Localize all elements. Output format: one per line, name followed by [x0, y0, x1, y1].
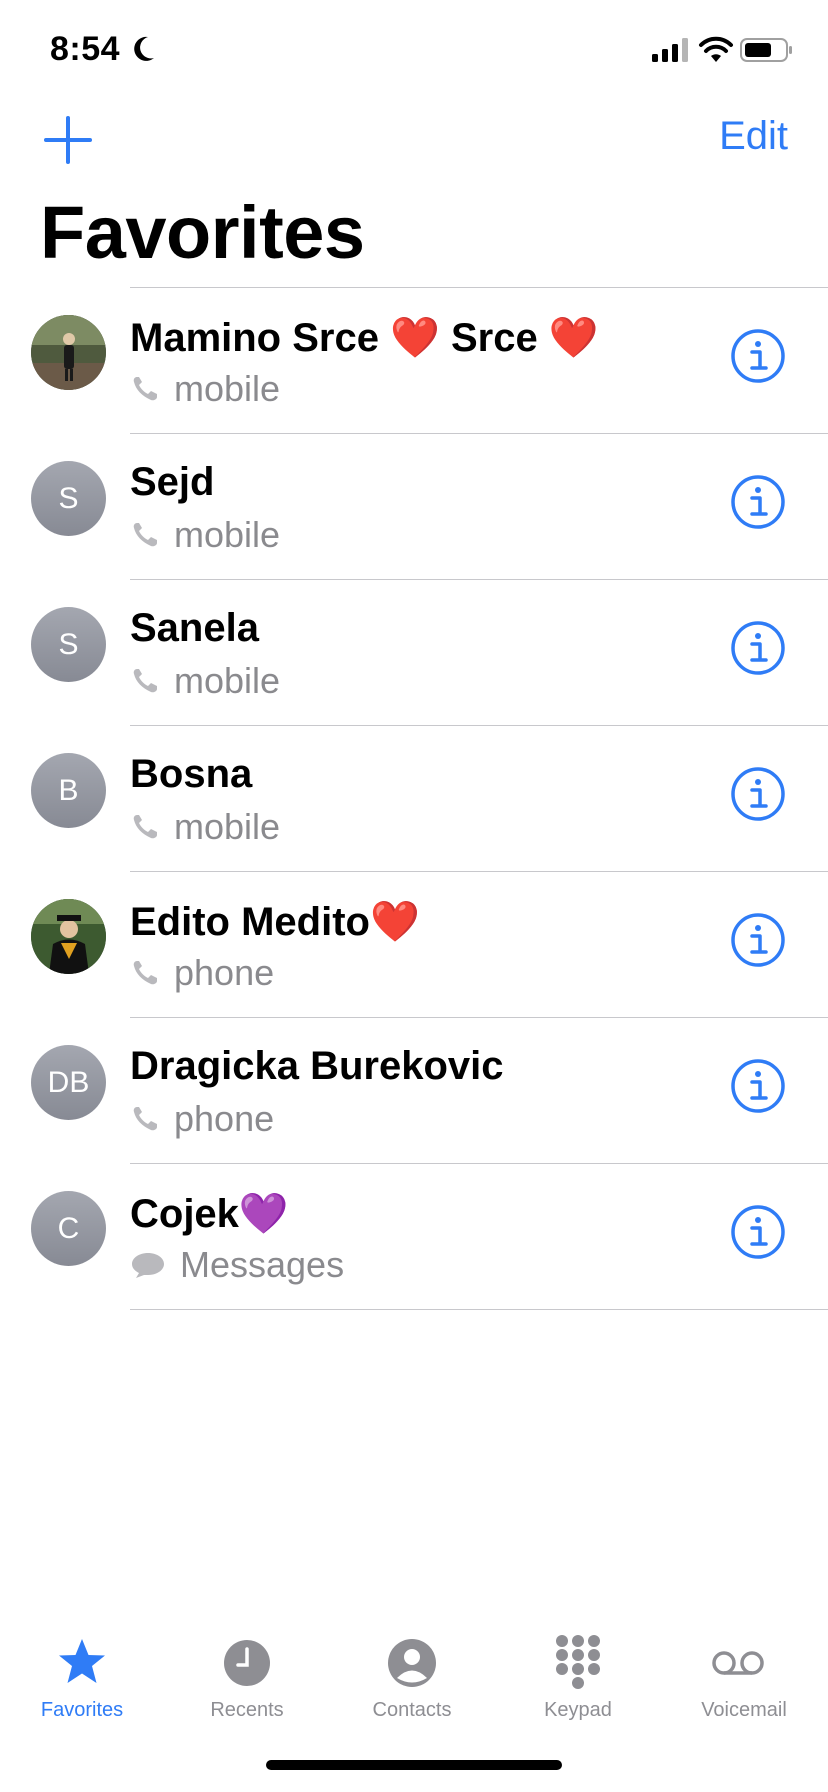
tab-bar: Favorites Recents Contacts Keypad Voicem… — [0, 1615, 828, 1735]
voicemail-icon — [712, 1651, 764, 1675]
contact-method: phone — [130, 952, 274, 994]
phone-icon — [130, 1104, 174, 1134]
add-favorite-button[interactable] — [40, 112, 96, 168]
tab-recents[interactable]: Recents — [172, 1615, 322, 1722]
favorite-row[interactable]: S Sejd mobile — [0, 434, 828, 579]
page-title: Favorites — [40, 191, 365, 274]
clock-icon — [224, 1640, 270, 1686]
avatar-initials: S — [58, 627, 79, 661]
initials-avatar: C — [31, 1191, 106, 1266]
contact-method: mobile — [130, 806, 280, 848]
avatar-initials: DB — [47, 1065, 90, 1099]
cellular-signal-icon — [652, 38, 688, 62]
contact-photo-avatar — [31, 899, 106, 974]
info-icon[interactable] — [730, 620, 786, 676]
tab-label: Keypad — [544, 1699, 612, 1721]
info-icon[interactable] — [730, 474, 786, 530]
status-time: 8:54 — [50, 30, 121, 68]
edit-button[interactable]: Edit — [719, 114, 788, 159]
avatar-initials: C — [57, 1211, 80, 1245]
favorite-row[interactable]: S Sanela mobile — [0, 580, 828, 725]
favorite-row[interactable]: Edito Medito❤️ phone — [0, 872, 828, 1017]
contact-method-label: mobile — [174, 368, 281, 409]
contact-name: Sejd — [130, 460, 215, 504]
tab-voicemail[interactable]: Voicemail — [669, 1615, 819, 1722]
contact-name: Cojek💜 — [130, 1192, 289, 1236]
contact-method: Messages — [130, 1244, 344, 1286]
contact-method-label: mobile — [174, 660, 281, 701]
contact-method-label: mobile — [174, 514, 281, 555]
phone-icon — [130, 520, 174, 550]
favorite-row[interactable]: B Bosna mobile — [0, 726, 828, 871]
person-circle-icon — [388, 1639, 436, 1687]
wifi-icon — [699, 36, 733, 62]
list-divider — [130, 1309, 828, 1310]
tab-label: Favorites — [40, 1699, 124, 1721]
initials-avatar: DB — [31, 1045, 106, 1120]
contact-name: Mamino Srce ❤️ Srce ❤️ — [130, 316, 599, 360]
initials-avatar: B — [31, 753, 106, 828]
info-icon[interactable] — [730, 912, 786, 968]
contact-name: Bosna — [130, 752, 253, 796]
phone-icon — [130, 812, 174, 842]
tab-label: Contacts — [372, 1699, 452, 1721]
info-icon[interactable] — [730, 1204, 786, 1260]
favorite-row[interactable]: DB Dragicka Burekovic phone — [0, 1018, 828, 1163]
battery-icon — [740, 38, 792, 62]
contact-method: mobile — [130, 368, 280, 410]
star-icon — [59, 1639, 105, 1683]
contact-name: Edito Medito❤️ — [130, 900, 420, 944]
contact-method: mobile — [130, 514, 280, 556]
favorite-row[interactable]: C Cojek💜 Messages — [0, 1164, 828, 1309]
moon-icon — [134, 36, 154, 61]
contact-name: Sanela — [130, 606, 259, 650]
avatar-initials: B — [58, 773, 79, 807]
info-icon[interactable] — [730, 1058, 786, 1114]
tab-contacts[interactable]: Contacts — [337, 1615, 487, 1722]
tab-keypad[interactable]: Keypad — [503, 1615, 653, 1722]
contact-method: phone — [130, 1098, 274, 1140]
contact-method-label: phone — [174, 952, 275, 993]
keypad-icon — [556, 1635, 600, 1689]
tab-label: Recents — [210, 1699, 284, 1721]
tab-label: Voicemail — [701, 1699, 787, 1721]
info-icon[interactable] — [730, 328, 786, 384]
avatar-initials: S — [58, 481, 79, 515]
tab-favorites[interactable]: Favorites — [7, 1615, 157, 1722]
info-icon[interactable] — [730, 766, 786, 822]
plus-icon — [44, 116, 92, 164]
phone-icon — [130, 666, 174, 696]
contact-photo-avatar — [31, 315, 106, 390]
contact-method: mobile — [130, 660, 280, 702]
phone-icon — [130, 374, 174, 404]
message-bubble-icon — [130, 1250, 180, 1280]
contact-method-label: phone — [174, 1098, 275, 1139]
favorites-list: Mamino Srce ❤️ Srce ❤️ mobile S Sejd mobile… — [0, 287, 828, 1310]
initials-avatar: S — [31, 461, 106, 536]
status-bar: 8:54 — [0, 0, 828, 100]
favorite-row[interactable]: Mamino Srce ❤️ Srce ❤️ mobile — [0, 288, 828, 433]
contact-method-label: Messages — [180, 1244, 345, 1285]
phone-icon — [130, 958, 174, 988]
contact-name: Dragicka Burekovic — [130, 1044, 504, 1088]
initials-avatar: S — [31, 607, 106, 682]
contact-method-label: mobile — [174, 806, 281, 847]
home-indicator — [266, 1760, 562, 1770]
